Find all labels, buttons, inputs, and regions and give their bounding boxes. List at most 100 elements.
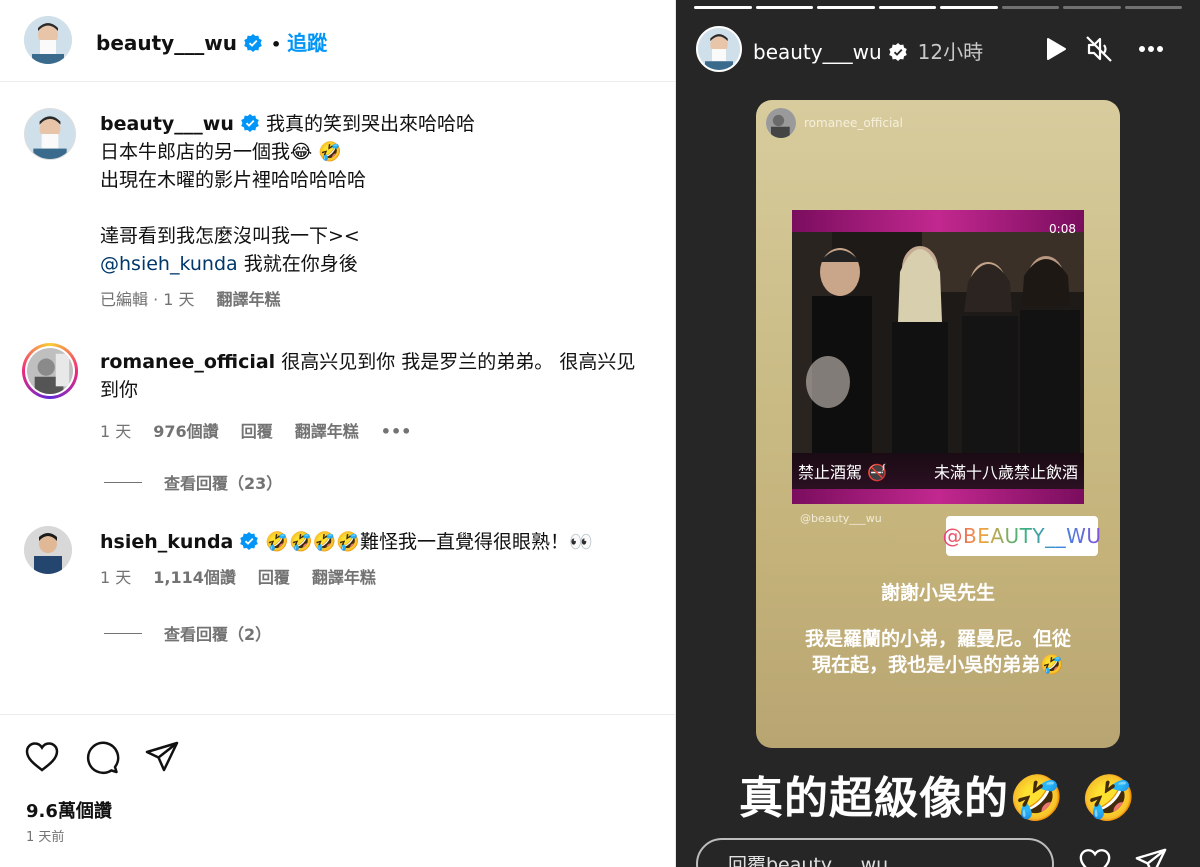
share-send-icon[interactable] xyxy=(144,739,180,775)
author-avatar[interactable] xyxy=(24,16,72,64)
reply-button[interactable]: 回覆 xyxy=(241,422,273,441)
view-replies-romanee[interactable]: 查看回覆（23） xyxy=(104,470,282,494)
comment-bubble-icon[interactable] xyxy=(84,739,120,775)
progress-segment xyxy=(1124,6,1182,9)
story-message-line2: 現在起，我也是小吳的弟弟🤣 xyxy=(812,654,1064,676)
story-message: 我是羅蘭的小弟，羅曼尼。但從 現在起，我也是小吳的弟弟🤣 xyxy=(756,626,1120,678)
reshared-story-card[interactable]: romanee_official 0:08 禁止酒駕 🚭 未滿十八歲禁止飲酒 @… xyxy=(756,100,1120,748)
translate-button[interactable]: 翻譯年糕 xyxy=(312,568,376,587)
mention-sticker[interactable]: @BEAUTY__WU xyxy=(942,516,1101,556)
caption-text-line1: 我真的笑到哭出來哈哈哈 xyxy=(265,113,475,135)
translate-button[interactable]: 翻譯年糕 xyxy=(295,422,359,441)
progress-segment xyxy=(694,6,752,9)
verified-badge-icon xyxy=(888,43,907,61)
follow-button[interactable]: 追蹤 xyxy=(287,31,327,55)
source-avatar xyxy=(766,108,796,138)
progress-segment xyxy=(755,6,813,9)
verified-badge-icon xyxy=(240,532,259,550)
caption-text-line2: 日本牛郎店的另一個我😂 🤣 xyxy=(100,141,342,163)
reply-button[interactable]: 回覆 xyxy=(258,568,290,587)
header-separator: • xyxy=(270,35,282,54)
caption-text-line4: 達哥看到我怎麼沒叫我一下>< xyxy=(100,225,360,247)
like-heart-icon[interactable] xyxy=(24,739,60,775)
video-frame xyxy=(792,232,1084,453)
mention-sticker-text: @BEAUTY__WU xyxy=(942,524,1102,548)
view-replies-label: 查看回覆（23） xyxy=(164,474,283,493)
story-progress-bar xyxy=(694,6,1182,9)
header-user-line: beauty___wu • 追蹤 xyxy=(96,27,327,56)
story-overlay-text: 真的超級像的🤣 🤣 xyxy=(739,773,1137,824)
caption-text-line3: 出現在木曜的影片裡哈哈哈哈哈 xyxy=(100,169,367,191)
caption-text-line5: @hsieh_kunda 我就在你身後 xyxy=(100,250,660,278)
comment-hsieh-line1: hsieh_kunda 🤣🤣🤣🤣難怪我一直覺得很眼熟！👀 xyxy=(100,528,670,556)
caption-avatar[interactable] xyxy=(24,108,76,160)
comment-hsieh: hsieh_kunda 🤣🤣🤣🤣難怪我一直覺得很眼熟！👀 1 天 1,114個讚 回… xyxy=(100,528,670,592)
view-replies-hsieh[interactable]: 查看回覆（2） xyxy=(104,621,271,645)
comment-hsieh-meta: 1 天 1,114個讚 回覆 翻譯年糕 xyxy=(100,564,670,592)
embedded-video[interactable]: 0:08 禁止酒駕 🚭 未滿十八歲禁止飲酒 xyxy=(792,210,1084,504)
comment-time: 1 天 xyxy=(100,422,132,441)
verified-badge-icon xyxy=(241,114,259,132)
story-message-line1: 我是羅蘭的小弟，羅曼尼。但從 xyxy=(804,628,1071,650)
subtitle-left: 禁止酒駕 🚭 xyxy=(798,463,888,482)
comment-likes[interactable]: 1,114個讚 xyxy=(153,568,236,587)
more-options-icon[interactable] xyxy=(1136,34,1166,64)
comment-romanee: romanee_official 很高兴见到你 我是罗兰的弟弟。 很高兴见 到你… xyxy=(100,348,670,446)
caption-edited-time: 已編輯 · 1 天 xyxy=(100,290,195,309)
verified-badge-icon xyxy=(244,34,262,52)
post-actions xyxy=(0,714,675,867)
story-author-avatar[interactable] xyxy=(696,26,742,72)
header-username[interactable]: beauty___wu xyxy=(96,31,237,55)
comment-likes[interactable]: 976個讚 xyxy=(153,422,218,441)
post-header: beauty___wu • 追蹤 xyxy=(0,0,675,82)
play-icon[interactable] xyxy=(1040,34,1070,64)
progress-segment xyxy=(940,6,998,9)
caption-meta: 已編輯 · 1 天 翻譯年糕 xyxy=(100,286,660,314)
story-user-line: beauty___wu 12小時 xyxy=(753,36,983,65)
video-top-band xyxy=(792,210,1084,232)
mute-icon[interactable] xyxy=(1084,34,1114,64)
comment-romanee-line1: romanee_official 很高兴见到你 我是罗兰的弟弟。 很高兴见 xyxy=(100,348,670,376)
caption-username[interactable]: beauty___wu xyxy=(100,113,234,135)
like-heart-icon[interactable] xyxy=(1078,846,1112,867)
watermark-handle: @beauty___wu xyxy=(800,512,882,525)
divider-line xyxy=(104,632,142,634)
video-bottom-band xyxy=(792,489,1084,504)
story-username[interactable]: beauty___wu xyxy=(753,40,882,64)
comment-hsieh-username[interactable]: hsieh_kunda xyxy=(100,531,233,553)
post-panel: beauty___wu • 追蹤 beauty___wu 我真的笑到哭出來哈哈哈 日… xyxy=(0,0,676,867)
story-reply-input[interactable]: 回覆beauty___wu... xyxy=(696,838,1054,867)
caption-first-line: beauty___wu 我真的笑到哭出來哈哈哈 xyxy=(100,110,660,138)
post-caption: beauty___wu 我真的笑到哭出來哈哈哈 日本牛郎店的另一個我😂 🤣 出現… xyxy=(100,110,660,314)
comment-romanee-username[interactable]: romanee_official xyxy=(100,351,275,373)
commenter-avatar-romanee[interactable] xyxy=(22,343,78,399)
thanks-text: 謝謝小吳先生 xyxy=(880,582,995,604)
comment-hsieh-text: 🤣🤣🤣🤣難怪我一直覺得很眼熟！👀 xyxy=(265,531,593,553)
divider-line xyxy=(104,481,142,483)
share-send-icon[interactable] xyxy=(1134,846,1168,867)
subtitle-right: 未滿十八歲禁止飲酒 xyxy=(933,463,1078,482)
story-time: 12小時 xyxy=(917,40,984,64)
commenter-avatar-hsieh[interactable] xyxy=(24,526,72,574)
video-subtitle-band: 禁止酒駕 🚭 未滿十八歲禁止飲酒 xyxy=(792,453,1084,489)
view-replies-label: 查看回覆（2） xyxy=(164,625,272,644)
reply-placeholder: 回覆beauty___wu... xyxy=(728,854,907,867)
caption-translate-button[interactable]: 翻譯年糕 xyxy=(217,290,281,309)
more-options-icon[interactable]: ••• xyxy=(381,422,412,441)
story-viewer: beauty___wu 12小時 romanee_official 0:08 禁… xyxy=(676,0,1200,867)
mention-link[interactable]: @hsieh_kunda xyxy=(100,253,238,275)
progress-segment xyxy=(1001,6,1059,9)
comment-romanee-meta: 1 天 976個讚 回覆 翻譯年糕 ••• xyxy=(100,418,670,446)
likes-count[interactable]: 9.6萬個讚 xyxy=(26,797,112,823)
source-username: romanee_official xyxy=(804,116,903,130)
caption-text-line5-rest: 我就在你身後 xyxy=(237,253,358,275)
progress-segment xyxy=(878,6,936,9)
comment-romanee-text-cont: 到你 xyxy=(100,379,139,401)
progress-segment xyxy=(1063,6,1121,9)
comment-time: 1 天 xyxy=(100,568,132,587)
video-timecode: 0:08 xyxy=(1049,222,1076,236)
progress-segment xyxy=(817,6,875,9)
avatar-ring-inner xyxy=(25,346,75,396)
posted-time: 1 天前 xyxy=(26,830,65,845)
